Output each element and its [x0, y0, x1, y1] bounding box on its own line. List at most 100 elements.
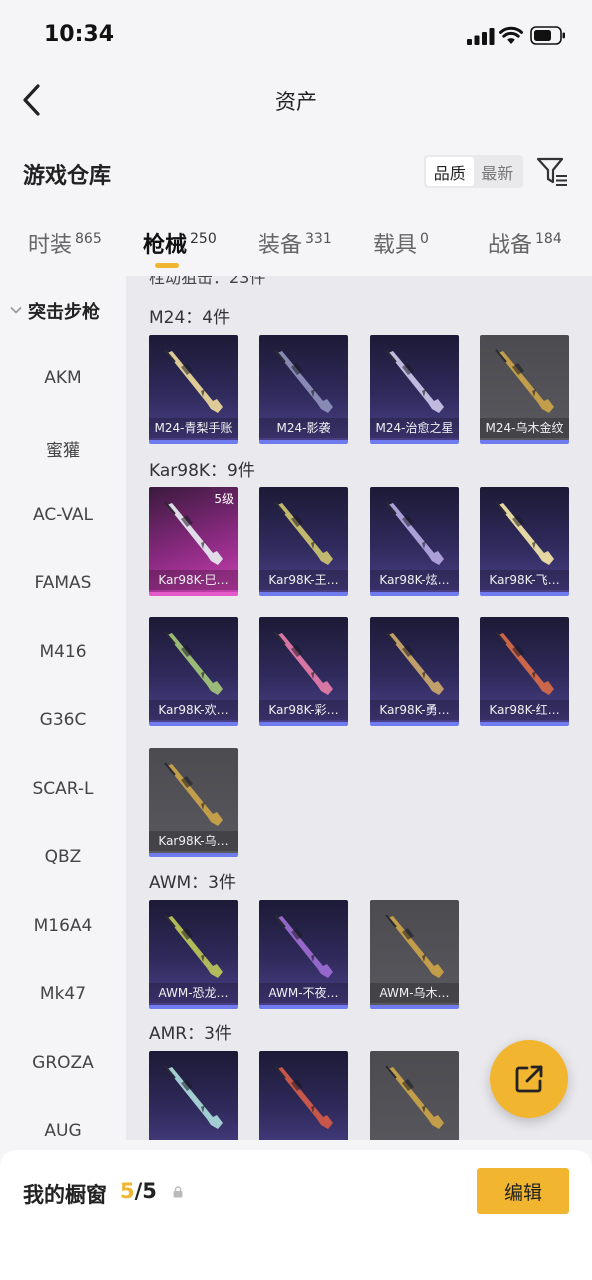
rifle-icon — [274, 914, 333, 978]
rifle-icon — [385, 631, 444, 695]
sidebar-item-m16a4[interactable]: M16A4 — [0, 916, 126, 936]
rifle-icon — [274, 349, 333, 413]
rifle-icon — [385, 914, 444, 978]
sidebar-item-m416[interactable]: M416 — [0, 642, 126, 662]
showcase-panel: 我的橱窗 5/5 编辑 — [0, 1150, 592, 1280]
sidebar-category-assault-rifles[interactable]: 突击步枪 — [10, 298, 100, 324]
weapon-card[interactable]: M24-治愈之星 — [370, 335, 459, 444]
warehouse-header: 游戏仓库 品质 最新 — [0, 150, 592, 196]
sidebar-item-g36c[interactable]: G36C — [0, 710, 126, 730]
weapon-card-label: M24-乌木金纹 — [480, 418, 569, 438]
showcase-title: 我的橱窗 — [23, 1183, 107, 1207]
status-time: 10:34 — [44, 22, 115, 47]
weapon-grid: 栓动狙击：23件 M24：4件 Kar98K：9件 AWM：3件 AMR：3件 … — [126, 276, 592, 1140]
sidebar-item-scar-l[interactable]: SCAR-L — [0, 779, 126, 799]
weapon-card[interactable]: AWM-恐龙… — [149, 900, 238, 1009]
rifle-icon — [274, 631, 333, 695]
rifle-icon — [164, 501, 223, 565]
wifi-icon — [499, 26, 523, 44]
weapon-card[interactable]: M24-乌木金纹 — [480, 335, 569, 444]
tab-vehicles[interactable]: 载具 0 — [373, 227, 429, 259]
weapon-card[interactable]: 5级 Kar98K-巳… — [149, 487, 238, 596]
chevron-down-icon — [10, 306, 22, 314]
sidebar-category-label: 突击步枪 — [28, 302, 100, 323]
screen: 10:34 资产 游戏仓库 品质 最新 时装 865 枪械 250 装备 331… — [0, 0, 592, 1280]
weapon-card[interactable]: AWM-乌木… — [370, 900, 459, 1009]
nav-bar: 资产 — [0, 70, 592, 130]
tab-equipment[interactable]: 装备 331 — [258, 227, 332, 259]
tab-supplies[interactable]: 战备 184 — [488, 227, 562, 259]
sidebar-item-honey-badger[interactable]: 蜜獾 — [0, 436, 126, 461]
weapon-card-label: M24-影袭 — [259, 418, 348, 438]
sort-newest-button[interactable]: 最新 — [474, 157, 522, 186]
rifle-icon — [495, 349, 554, 413]
weapon-card[interactable] — [370, 1051, 459, 1140]
rifle-icon — [495, 631, 554, 695]
rifle-icon — [164, 349, 223, 413]
sidebar-item-akm[interactable]: AKM — [0, 368, 126, 388]
rifle-icon — [274, 501, 333, 565]
weapon-card-label: Kar98K-炫… — [370, 570, 459, 590]
weapon-card[interactable] — [259, 1051, 348, 1140]
weapon-card-label: Kar98K-乌… — [149, 831, 238, 851]
weapon-card[interactable]: Kar98K-炫… — [370, 487, 459, 596]
active-tab-indicator — [155, 263, 179, 268]
edit-button[interactable]: 编辑 — [477, 1168, 569, 1214]
external-link-icon — [515, 1065, 543, 1093]
rifle-icon — [274, 1065, 333, 1129]
sidebar-item-mk47[interactable]: Mk47 — [0, 984, 126, 1004]
weapon-card[interactable] — [149, 1051, 238, 1140]
weapon-card[interactable]: M24-青梨手账 — [149, 335, 238, 444]
weapon-card-label: AWM-恐龙… — [149, 983, 238, 1003]
page-title: 资产 — [275, 90, 317, 114]
filter-icon[interactable] — [535, 155, 569, 189]
sidebar-item-aug[interactable]: AUG — [0, 1121, 126, 1141]
weapon-card-label: Kar98K-飞… — [480, 570, 569, 590]
tab-fashion[interactable]: 时装 865 — [28, 227, 102, 259]
section-header-bolt-action: 栓动狙击：23件 — [149, 276, 266, 287]
weapon-card[interactable]: AWM-不夜… — [259, 900, 348, 1009]
rifle-icon — [385, 1065, 444, 1129]
sidebar-item-famas[interactable]: FAMAS — [0, 573, 126, 593]
section-header-kar98k: Kar98K：9件 — [149, 461, 255, 481]
weapon-card[interactable]: Kar98K-勇… — [370, 617, 459, 726]
weapon-card-label: M24-治愈之星 — [370, 418, 459, 438]
showcase-total: /5 — [134, 1179, 157, 1203]
weapon-card[interactable]: Kar98K-王… — [259, 487, 348, 596]
weapon-card[interactable]: Kar98K-乌… — [149, 748, 238, 857]
rifle-icon — [164, 1065, 223, 1129]
tab-firearms[interactable]: 枪械 250 — [143, 227, 217, 259]
weapon-card-label: AWM-不夜… — [259, 983, 348, 1003]
weapon-card-label: Kar98K-王… — [259, 570, 348, 590]
section-header-awm: AWM：3件 — [149, 873, 236, 893]
rifle-icon — [385, 349, 444, 413]
rifle-icon — [495, 501, 554, 565]
weapon-card-label: Kar98K-勇… — [370, 700, 459, 720]
weapon-card-label: Kar98K-欢… — [149, 700, 238, 720]
weapon-card[interactable]: Kar98K-欢… — [149, 617, 238, 726]
rifle-icon — [164, 914, 223, 978]
sort-quality-button[interactable]: 品质 — [426, 157, 474, 186]
sidebar-item-groza[interactable]: GROZA — [0, 1053, 126, 1073]
rifle-icon — [164, 762, 223, 826]
weapon-card-label: Kar98K-红… — [480, 700, 569, 720]
weapon-card[interactable]: Kar98K-飞… — [480, 487, 569, 596]
category-tabs: 时装 865 枪械 250 装备 331 载具 0 战备 184 — [0, 215, 592, 275]
cellular-signal-icon — [467, 28, 495, 45]
status-bar: 10:34 — [0, 0, 592, 70]
weapon-type-sidebar: 突击步枪 AKM 蜜獾 AC-VAL FAMAS M416 G36C SCAR-… — [0, 276, 126, 1141]
weapon-card-label: M24-青梨手账 — [149, 418, 238, 438]
weapon-card-label: Kar98K-巳… — [149, 570, 238, 590]
sidebar-item-ac-val[interactable]: AC-VAL — [0, 505, 126, 525]
lock-icon — [173, 1186, 183, 1198]
weapon-card[interactable]: Kar98K-红… — [480, 617, 569, 726]
weapon-card-label: Kar98K-彩… — [259, 700, 348, 720]
share-button[interactable] — [490, 1040, 568, 1118]
weapon-card[interactable]: Kar98K-彩… — [259, 617, 348, 726]
weapon-card[interactable]: M24-影袭 — [259, 335, 348, 444]
rifle-icon — [385, 501, 444, 565]
sidebar-item-qbz[interactable]: QBZ — [0, 847, 126, 867]
level-badge: 5级 — [214, 492, 234, 506]
rifle-icon — [164, 631, 223, 695]
section-header-m24: M24：4件 — [149, 308, 231, 328]
